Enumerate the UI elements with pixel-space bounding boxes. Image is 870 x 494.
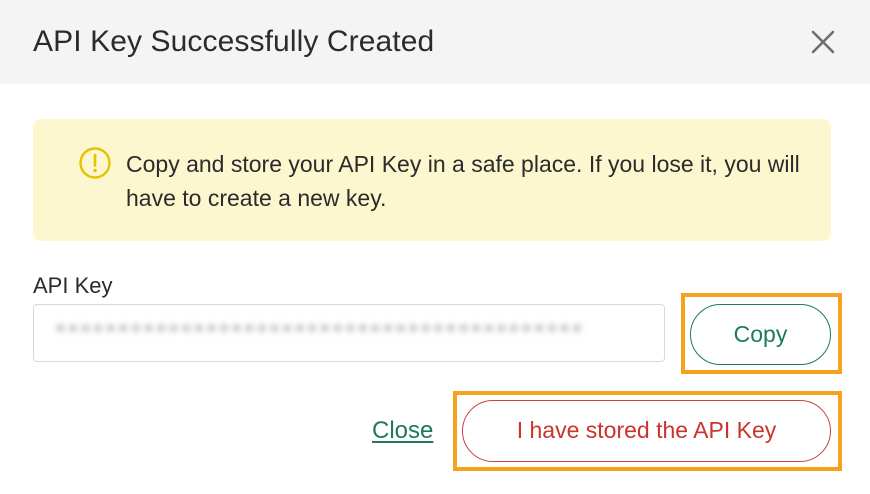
dialog-header: API Key Successfully Created [0, 0, 870, 84]
copy-button[interactable]: Copy [690, 304, 831, 365]
dialog-title: API Key Successfully Created [33, 25, 435, 58]
close-icon[interactable] [808, 27, 838, 57]
api-key-field[interactable]: ••••••••••••••••••••••••••••••••••••••••… [33, 304, 665, 362]
alert-message: Copy and store your API Key in a safe pl… [126, 151, 800, 211]
api-key-created-dialog: API Key Successfully Created Copy and st… [0, 0, 870, 494]
api-key-value: ••••••••••••••••••••••••••••••••••••••••… [54, 319, 584, 342]
close-link[interactable]: Close [372, 415, 433, 447]
stored-api-key-button[interactable]: I have stored the API Key [462, 400, 831, 462]
api-key-label: API Key [33, 273, 113, 298]
warning-circle-icon [79, 147, 111, 179]
